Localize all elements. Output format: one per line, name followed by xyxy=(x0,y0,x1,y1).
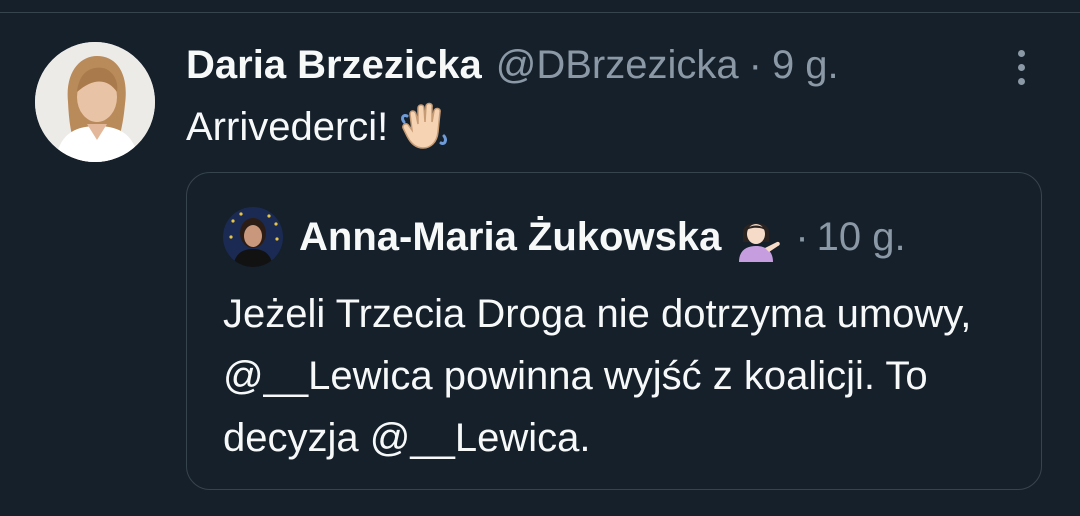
tweet-timestamp[interactable]: 9 g. xyxy=(772,43,839,88)
quoted-tweet-timestamp[interactable]: 10 g. xyxy=(817,215,906,260)
top-divider xyxy=(0,0,1080,13)
quoted-author-avatar[interactable] xyxy=(223,207,283,267)
tweet-header: Daria Brzezicka @DBrzezicka · 9 g. xyxy=(186,40,839,90)
separator-dot: · xyxy=(795,214,809,259)
more-vertical-icon xyxy=(1017,49,1025,57)
person-tipping-hand-icon xyxy=(739,223,781,262)
quoted-author-name[interactable]: Anna-Maria Żukowska xyxy=(299,215,721,260)
author-handle[interactable]: @DBrzezicka xyxy=(496,43,739,88)
more-options-button[interactable] xyxy=(1004,46,1038,88)
quoted-tweet-header: Anna-Maria Żukowska · 10 g. xyxy=(299,211,906,263)
author-avatar[interactable] xyxy=(35,42,155,162)
tweet-text: Arrivederci! xyxy=(186,100,452,154)
author-name[interactable]: Daria Brzezicka xyxy=(186,43,482,88)
quoted-tweet-text: Jeżeli Trzecia Droga nie dotrzyma umowy,… xyxy=(223,292,972,460)
separator-dot: · xyxy=(748,42,762,87)
quoted-tweet-card[interactable]: Anna-Maria Żukowska · 10 g. Jeżeli Trzec… xyxy=(186,172,1042,490)
tweet-text-content: Arrivederci! xyxy=(186,105,389,149)
waving-hand-icon xyxy=(401,102,448,149)
